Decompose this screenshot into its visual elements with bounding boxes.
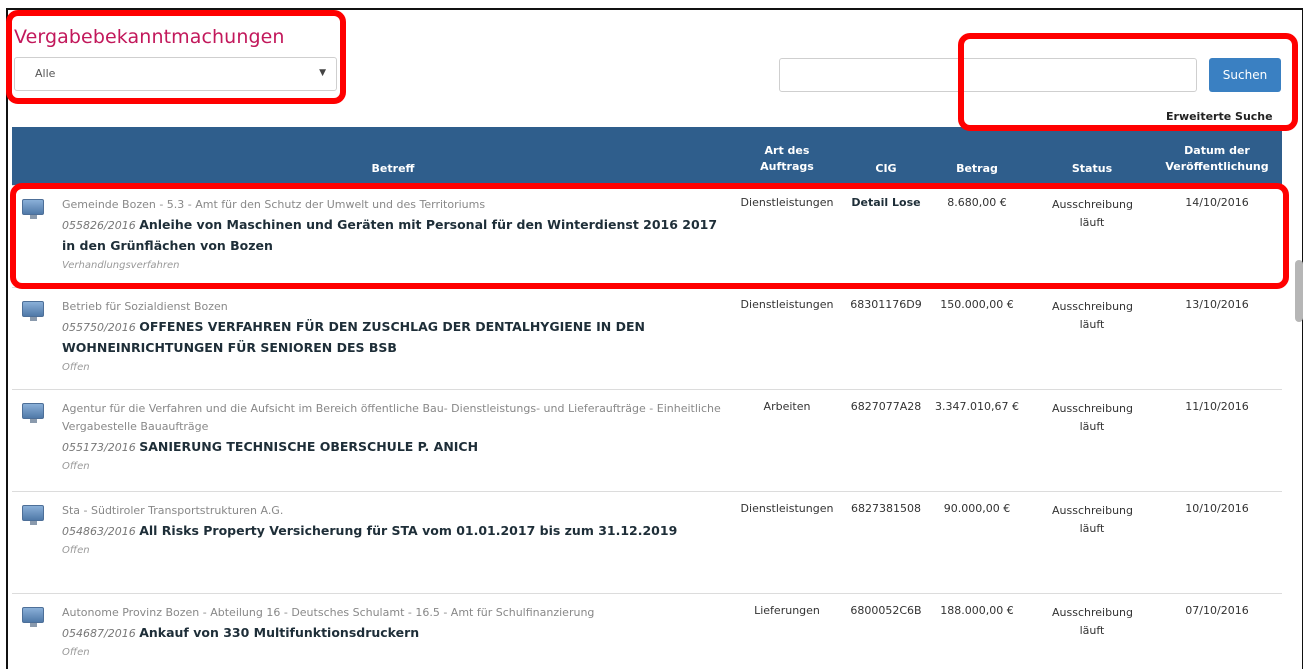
col-icon [12, 127, 62, 185]
row-status: Ausschreibung läuft [1052, 299, 1133, 331]
category-select-value: Alle [35, 67, 56, 80]
monitor-icon [22, 606, 44, 627]
col-cig[interactable]: CIG [850, 127, 922, 185]
row-status: Ausschreibung läuft [1052, 605, 1133, 637]
table-row[interactable]: Betrieb für Sozialdienst Bozen 055750/20… [12, 286, 1282, 389]
row-cig: 6800052C6B [850, 592, 922, 669]
row-date: 07/10/2016 [1152, 592, 1282, 669]
row-organization: Sta - Südtiroler Transportstrukturen A.G… [62, 503, 284, 517]
scrollbar-thumb[interactable] [1295, 260, 1303, 322]
row-type: Dienstleistungen [724, 490, 850, 593]
advanced-search-link[interactable]: Erweiterte Suche [1166, 110, 1273, 123]
tenders-table: Betreff Art des Auftrags CIG Betrag Stat… [12, 127, 1282, 669]
row-date: 13/10/2016 [1152, 286, 1282, 389]
row-amount: 3.347.010,67 € [922, 388, 1032, 491]
row-status: Ausschreibung läuft [1052, 197, 1133, 229]
row-date: 14/10/2016 [1152, 184, 1282, 287]
row-number: 055750/2016 [62, 320, 136, 334]
row-procedure: Offen [62, 544, 90, 556]
row-subject-link[interactable]: All Risks Property Versicherung für STA … [139, 523, 677, 538]
table-header-row: Betreff Art des Auftrags CIG Betrag Stat… [12, 127, 1282, 185]
row-date: 10/10/2016 [1152, 490, 1282, 593]
col-amount[interactable]: Betrag [922, 127, 1032, 185]
row-organization: Agentur für die Verfahren und die Aufsic… [62, 401, 721, 433]
row-amount: 8.680,00 € [922, 184, 1032, 287]
row-organization: Gemeinde Bozen - 5.3 - Amt für den Schut… [62, 197, 486, 211]
monitor-icon [22, 402, 44, 423]
row-subject-link[interactable]: Ankauf von 330 Multifunktionsdruckern [139, 625, 419, 640]
table-row[interactable]: Gemeinde Bozen - 5.3 - Amt für den Schut… [12, 184, 1282, 287]
row-type: Lieferungen [724, 592, 850, 669]
col-date[interactable]: Datum der Veröffentlichung [1152, 127, 1282, 185]
monitor-icon [22, 198, 44, 219]
row-procedure: Offen [62, 361, 90, 373]
row-number: 054863/2016 [62, 524, 136, 538]
row-number: 054687/2016 [62, 626, 136, 640]
page-title: Vergabebekanntmachungen [14, 26, 285, 48]
row-date: 11/10/2016 [1152, 388, 1282, 491]
row-procedure: Verhandlungsverfahren [62, 259, 180, 271]
table-row[interactable]: Agentur für die Verfahren und die Aufsic… [12, 388, 1282, 491]
col-subject[interactable]: Betreff [62, 127, 724, 185]
row-procedure: Offen [62, 646, 90, 658]
row-status: Ausschreibung läuft [1052, 503, 1133, 535]
row-number: 055173/2016 [62, 440, 136, 454]
row-cig-link[interactable]: Detail Lose [851, 196, 920, 209]
row-organization: Betrieb für Sozialdienst Bozen [62, 299, 228, 313]
search-input[interactable] [779, 58, 1197, 92]
row-cig: 68301176D9 [850, 286, 922, 389]
monitor-icon [22, 300, 44, 321]
col-status[interactable]: Status [1032, 127, 1152, 185]
row-status: Ausschreibung läuft [1052, 401, 1133, 433]
row-type: Arbeiten [724, 388, 850, 491]
row-amount: 188.000,00 € [922, 592, 1032, 669]
row-type: Dienstleistungen [724, 286, 850, 389]
row-cig: 6827381508 [850, 490, 922, 593]
row-cig: 6827077A28 [850, 388, 922, 491]
row-type: Dienstleistungen [724, 184, 850, 287]
table-row[interactable]: Sta - Südtiroler Transportstrukturen A.G… [12, 490, 1282, 593]
row-subject-link[interactable]: OFFENES VERFAHREN FÜR DEN ZUSCHLAG DER D… [62, 319, 645, 355]
row-procedure: Offen [62, 460, 90, 472]
row-amount: 150.000,00 € [922, 286, 1032, 389]
category-select[interactable]: Alle ▼ [14, 57, 337, 91]
search-button[interactable]: Suchen [1209, 58, 1281, 92]
row-subject-link[interactable]: SANIERUNG TECHNISCHE OBERSCHULE P. ANICH [139, 439, 478, 454]
col-date-label: Datum der Veröffentlichung [1165, 143, 1269, 173]
row-organization: Autonome Provinz Bozen - Abteilung 16 - … [62, 605, 595, 619]
row-amount: 90.000,00 € [922, 490, 1032, 593]
col-type-label: Art des Auftrags [760, 143, 814, 173]
chevron-down-icon: ▼ [319, 68, 326, 78]
col-type[interactable]: Art des Auftrags [724, 127, 850, 185]
monitor-icon [22, 504, 44, 525]
row-subject-link[interactable]: Anleihe von Maschinen und Geräten mit Pe… [62, 217, 717, 253]
row-number: 055826/2016 [62, 218, 136, 232]
table-row[interactable]: Autonome Provinz Bozen - Abteilung 16 - … [12, 592, 1282, 669]
